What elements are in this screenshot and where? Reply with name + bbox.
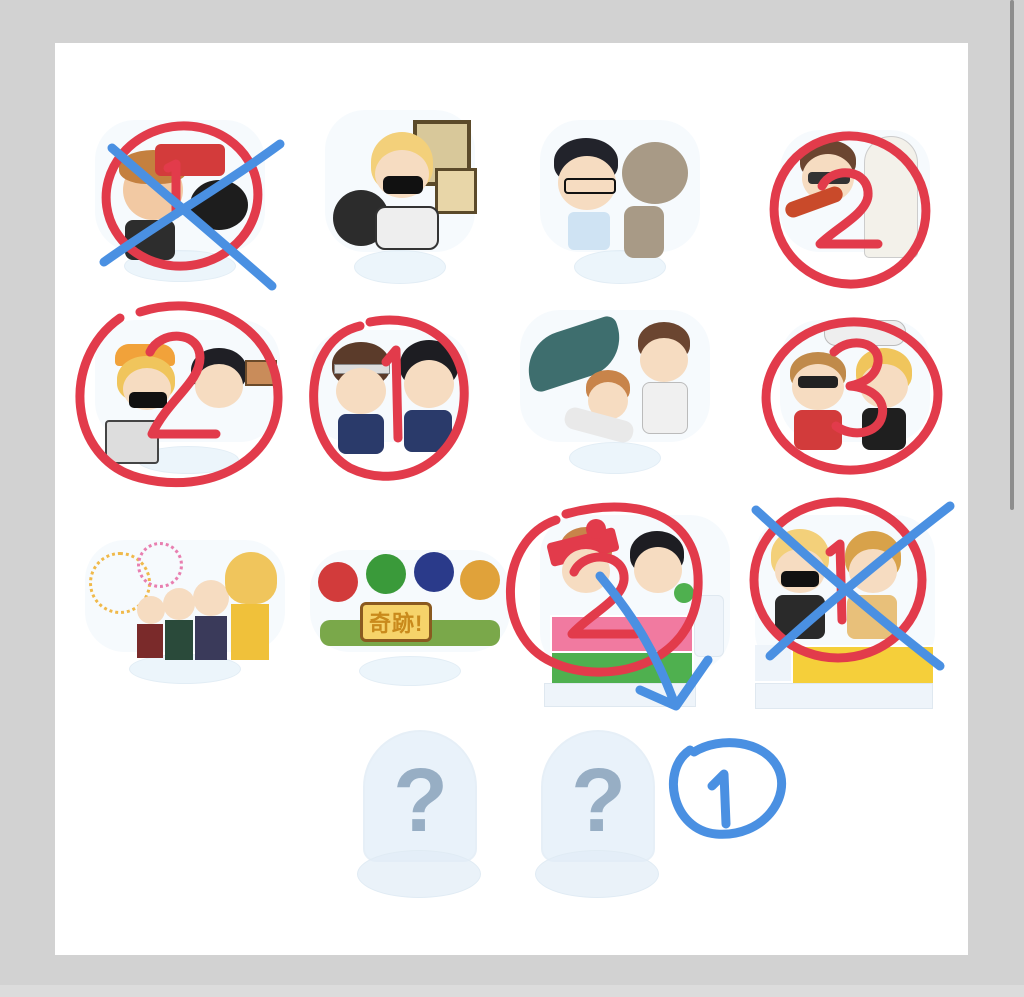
acrylic-stand-a1[interactable]: [95, 120, 265, 290]
sign-text: 奇跡!: [360, 602, 433, 642]
acrylic-stand-b2[interactable]: [310, 330, 470, 480]
scrollbar[interactable]: [1010, 0, 1014, 510]
secret-item-1[interactable]: ?: [355, 730, 485, 900]
acrylic-stand-c3[interactable]: [540, 515, 730, 710]
acrylic-stand-b4[interactable]: [780, 320, 930, 480]
bottom-bar: [0, 985, 1024, 997]
acrylic-stand-c4[interactable]: [755, 515, 935, 710]
question-mark-icon: ?: [393, 751, 448, 851]
acrylic-stand-c1[interactable]: [85, 540, 285, 690]
acrylic-stand-b3[interactable]: [518, 310, 710, 480]
question-mark-icon: ?: [571, 751, 626, 851]
acrylic-stand-c2[interactable]: 奇跡!: [310, 550, 510, 690]
acrylic-stand-a2[interactable]: [325, 110, 477, 290]
secret-item-2[interactable]: ?: [533, 730, 663, 900]
acrylic-stand-b1[interactable]: [95, 320, 280, 480]
acrylic-stand-a4[interactable]: [780, 130, 930, 290]
acrylic-stand-a3[interactable]: [540, 120, 700, 290]
